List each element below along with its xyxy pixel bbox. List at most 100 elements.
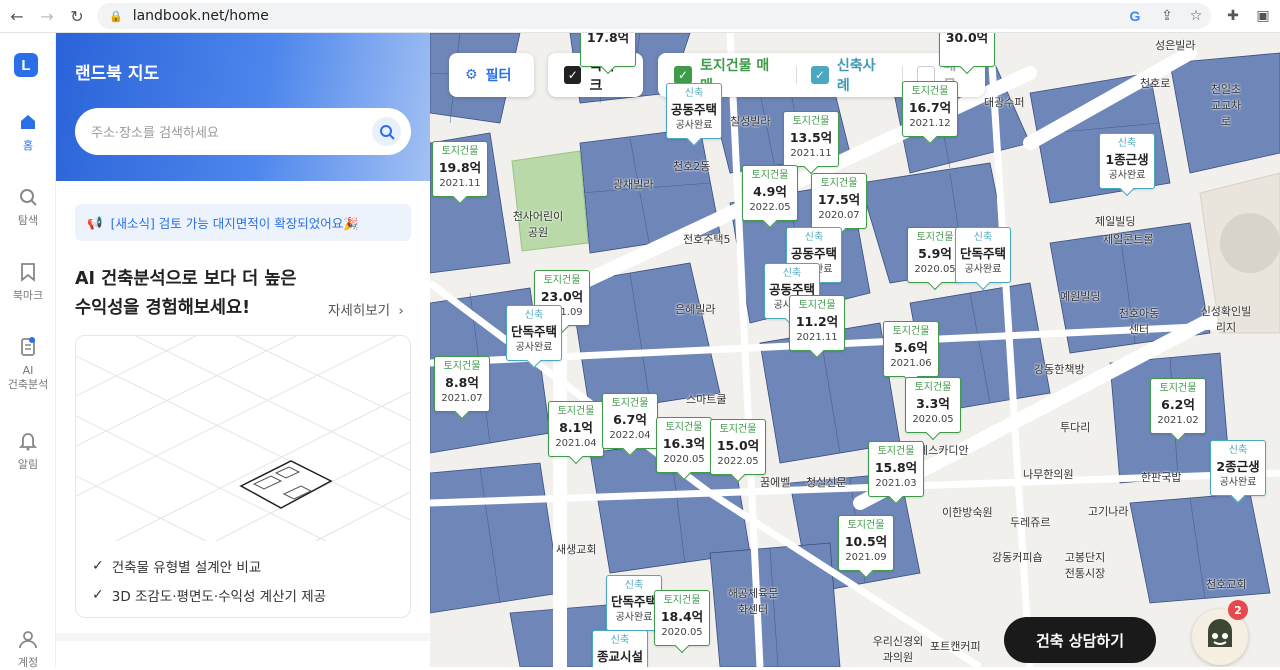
address-bar[interactable]: 🔒 landbook.net/home (97, 3, 1211, 29)
place-label[interactable]: 천호아동센터 (1114, 305, 1164, 337)
land-sale-marker[interactable]: 토지건물 17.5억 2020.07 (811, 173, 867, 229)
marker-tag: 토지건물 (877, 446, 915, 457)
marker-tag: 토지건물 (443, 361, 481, 372)
land-sale-marker[interactable]: 토지건물 6.7억 2022.04 (602, 393, 658, 449)
rail-bookmark[interactable]: 북마크 (0, 261, 56, 303)
consult-button[interactable]: 건축 상담하기 (1004, 617, 1156, 663)
place-label[interactable]: 포트캔커피 (930, 638, 981, 654)
land-sale-marker[interactable]: 토지건물 8.1억 2021.04 (548, 401, 604, 457)
place-label[interactable]: 제일콘트롤 (1103, 231, 1154, 247)
rail-alerts[interactable]: 알림 (0, 430, 56, 472)
marker-value: 8.1억 (559, 420, 593, 435)
place-label[interactable]: 투다리 (1060, 419, 1090, 435)
place-label[interactable]: 천호로 (1140, 75, 1170, 91)
new-build-marker[interactable]: 신축 1종근생 공사완료 (1099, 133, 1155, 189)
land-sale-marker[interactable]: 토지건물 10.5억 2021.09 (838, 515, 894, 571)
place-label[interactable]: 우리신경외과의원 (868, 633, 928, 665)
marker-tag: 토지건물 (847, 520, 885, 531)
filter-button[interactable]: ⚙ 필터 (449, 53, 534, 97)
land-sale-marker[interactable]: 토지건물 6.2억 2021.02 (1150, 378, 1206, 434)
marker-sub: 2020.05 (661, 627, 703, 638)
place-label[interactable]: 예원빌딩 (1060, 288, 1100, 304)
marker-tag: 신축 (624, 580, 644, 591)
place-label[interactable]: 제일빌딩 (1095, 213, 1135, 229)
marker-value: 10.5억 (844, 534, 888, 549)
place-label[interactable]: 성은빌라 (1155, 37, 1195, 53)
place-label[interactable]: 한판국밥 (1141, 469, 1181, 485)
new-build-marker[interactable]: 신축 단독주택 공사완료 (955, 227, 1011, 283)
place-label[interactable]: 새생교회 (556, 541, 596, 557)
search-button[interactable] (372, 117, 401, 146)
new-build-marker[interactable]: 신축 종교시설 (592, 630, 648, 667)
marker-sub: 2021.06 (890, 358, 932, 369)
share-icon[interactable]: ⇪ (1156, 5, 1178, 27)
land-sale-marker[interactable]: 토지건물 19.8억 2021.11 (432, 141, 488, 197)
land-sale-marker[interactable]: 토지건물 15.0억 2022.05 (710, 419, 766, 475)
land-sale-checkbox[interactable]: ✓ (674, 66, 692, 84)
new-build-marker[interactable]: 신축 단독주택 공사완료 (506, 305, 562, 361)
place-label[interactable]: 고봉단지전통시장 (1060, 549, 1110, 581)
place-label[interactable]: 천사어린이공원 (508, 208, 568, 240)
land-sale-marker[interactable]: 토지건물 18.4억 2020.05 (654, 590, 710, 646)
news-banner[interactable]: 📢 [새소식] 검토 가능 대지면적이 확장되었어요🎉 (75, 204, 411, 241)
place-label[interactable]: 대광수퍼 (984, 94, 1024, 110)
place-label[interactable]: 칠성빌라 (730, 113, 770, 129)
rail-ai-analysis[interactable]: AI 건축분석 (0, 336, 56, 392)
place-label[interactable]: 꿈에벨 (760, 474, 790, 490)
rail-explore[interactable]: 탐색 (0, 186, 56, 228)
land-sale-marker[interactable]: 토지건물 3.3억 2020.05 (905, 377, 961, 433)
map-view[interactable]: 천사어린이공원 칠성빌라 천호2동 광채빌라 전호주택5 은혜빌라 스마트쿨 꿈… (430, 33, 1280, 667)
place-label[interactable]: 강동한책방 (1034, 361, 1085, 377)
address-search-input[interactable]: 주소·장소를 검색하세요 (75, 108, 411, 155)
reload-icon[interactable]: ↻ (62, 1, 92, 31)
marker-value: 13.5억 (789, 130, 833, 145)
rail-account[interactable]: 계정 (0, 628, 56, 670)
place-label[interactable]: 천호교회 (1206, 576, 1246, 592)
new-build-marker[interactable]: 신축 2종근생 공사완료 (1210, 440, 1266, 496)
place-label[interactable]: 천호2동 (673, 158, 710, 174)
google-icon[interactable]: G (1124, 5, 1146, 27)
ai-promo-card[interactable]: ✓ 건축물 유형별 설계안 비교 ✓ 3D 조감도·평면도·수익성 계산기 제공 (75, 335, 411, 618)
land-sale-marker[interactable]: 토지건물 16.7억 2021.12 (902, 81, 958, 137)
place-label[interactable]: 전호주택5 (683, 231, 730, 247)
place-label[interactable]: 나무한의원 (1023, 466, 1074, 482)
rail-home[interactable]: 홈 (0, 111, 56, 153)
place-label[interactable]: 해공체육문화센터 (723, 585, 783, 617)
place-label[interactable]: 스마트쿨 (686, 391, 726, 407)
extensions-icon[interactable]: ✚ (1222, 5, 1244, 27)
land-sale-marker[interactable]: 토지건물 13.5억 2021.11 (783, 111, 839, 167)
place-label[interactable]: 이한방숙원 (942, 504, 993, 520)
place-label[interactable]: 천일초교교차로 (1206, 81, 1246, 129)
new-build-marker[interactable]: 신축공동주택공사완료 (666, 83, 722, 139)
sidepanel-icon[interactable]: ▣ (1252, 5, 1274, 27)
land-sale-marker[interactable]: 토지건물17.8억 (580, 33, 636, 67)
place-label[interactable]: 두레쥬르 (1010, 514, 1050, 530)
land-sale-marker[interactable]: 토지건물 11.2억 2021.11 (789, 295, 845, 351)
land-sale-marker[interactable]: 토지건물 8.8억 2021.07 (434, 356, 490, 412)
land-sale-marker[interactable]: 토지건물 4.9억 2022.05 (742, 165, 798, 221)
new-build-checkbox[interactable]: ✓ (810, 66, 829, 84)
place-label[interactable]: 광채빌라 (613, 176, 653, 192)
forward-icon[interactable]: → (32, 1, 62, 31)
place-label[interactable]: 고기나라 (1088, 503, 1128, 519)
ai-promo-line2: 수익성을 경험해보세요! (75, 298, 251, 318)
back-icon[interactable]: ← (2, 1, 32, 31)
landbook-logo[interactable]: L (14, 53, 38, 77)
place-label[interactable]: 강동커피숍 (992, 549, 1043, 565)
place-label[interactable]: 신성확인빌리지 (1196, 303, 1256, 335)
marker-value: 17.8억 (586, 33, 630, 45)
land-sale-marker[interactable]: 토지건물 5.6억 2021.06 (883, 321, 939, 377)
marker-sub: 2021.11 (439, 178, 481, 189)
land-sale-marker[interactable]: 토지건물30.0억 (939, 33, 995, 67)
megaphone-icon: 📢 (87, 214, 103, 230)
new-build-label[interactable]: 신축사례 (837, 55, 888, 95)
more-link[interactable]: 자세히보기 › (328, 299, 404, 319)
land-sale-marker[interactable]: 토지건물 15.8억 2021.03 (868, 441, 924, 497)
place-label[interactable]: 은혜빌라 (675, 301, 715, 317)
marker-value: 15.8억 (874, 460, 918, 475)
star-icon[interactable]: ☆ (1185, 5, 1207, 27)
bookmark-checkbox[interactable]: ✓ (564, 66, 582, 84)
place-label[interactable]: 청실신문 (806, 474, 846, 490)
place-label[interactable]: 헤스카디안 (918, 442, 969, 458)
land-sale-marker[interactable]: 토지건물 16.3억 2020.05 (656, 417, 712, 473)
